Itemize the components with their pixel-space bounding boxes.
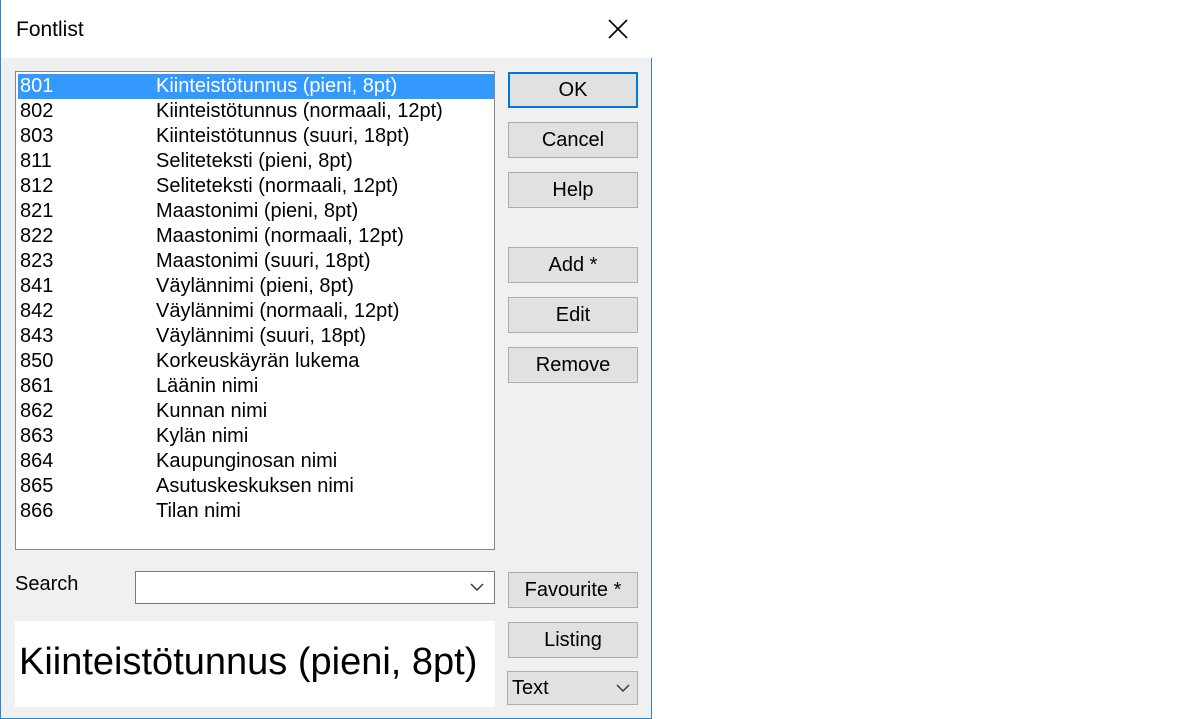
list-item[interactable]: 802 Kiinteistötunnus (normaali, 12pt) [18,99,494,124]
favourite-button[interactable]: Favourite * [508,572,638,608]
font-code: 864 [20,450,54,472]
window-title: Fontlist [16,18,84,41]
font-code: 865 [20,475,54,497]
search-input[interactable] [140,575,460,600]
font-list[interactable]: 801 Kiinteistötunnus (pieni, 8pt) 802 Kiint… [15,71,495,550]
font-name: Kiinteistötunnus (suuri, 18pt) [156,125,410,147]
font-name: Läänin nimi [156,375,259,397]
font-name: Tilan nimi [156,500,241,522]
listing-button[interactable]: Listing [508,622,638,658]
font-name: Väylännimi (suuri, 18pt) [156,325,367,347]
list-item[interactable]: 850 Korkeuskäyrän lukema [18,349,494,374]
list-item[interactable]: 866 Tilan nimi [18,499,494,524]
font-name: Kunnan nimi [156,400,268,422]
remove-button[interactable]: Remove [508,347,638,383]
help-button[interactable]: Help [508,172,638,208]
font-code: 863 [20,425,54,447]
font-code: 803 [20,125,54,147]
font-name: Kiinteistötunnus (normaali, 12pt) [156,100,443,122]
list-item[interactable]: 812 Seliteteksti (normaali, 12pt) [18,174,494,199]
font-code: 866 [20,500,54,522]
font-name: Asutuskeskuksen nimi [156,475,354,497]
search-combobox[interactable] [135,571,495,604]
list-item[interactable]: 843 Väylännimi (suuri, 18pt) [18,324,494,349]
list-item[interactable]: 861 Läänin nimi [18,374,494,399]
font-code: 861 [20,375,54,397]
list-item[interactable]: 811 Seliteteksti (pieni, 8pt) [18,149,494,174]
list-item[interactable]: 801 Kiinteistötunnus (pieni, 8pt) [18,74,494,99]
font-code: 862 [20,400,54,422]
ok-button[interactable]: OK [508,72,638,108]
font-code: 850 [20,350,54,372]
font-preview: Kiinteistötunnus (pieni, 8pt) [15,621,495,707]
type-select-value: Text [512,677,549,699]
list-item[interactable]: 863 Kylän nimi [18,424,494,449]
list-item[interactable]: 821 Maastonimi (pieni, 8pt) [18,199,494,224]
font-name: Kylän nimi [156,425,249,447]
font-code: 821 [20,200,54,222]
list-item[interactable]: 864 Kaupunginosan nimi [18,449,494,474]
fontlist-dialog: Fontlist 801 Kiinteistötunnus (pieni, 8pt… [0,0,652,719]
close-button[interactable] [589,0,647,58]
font-code: 842 [20,300,54,322]
add-button[interactable]: Add * [508,247,638,283]
list-item[interactable]: 841 Väylännimi (pieni, 8pt) [18,274,494,299]
cancel-button[interactable]: Cancel [508,122,638,158]
font-name: Väylännimi (normaali, 12pt) [156,300,400,322]
font-code: 822 [20,225,54,247]
font-code: 802 [20,100,54,122]
preview-text: Kiinteistötunnus (pieni, 8pt) [19,641,478,683]
list-item[interactable]: 803 Kiinteistötunnus (suuri, 18pt) [18,124,494,149]
font-code: 811 [20,150,52,172]
list-item[interactable]: 823 Maastonimi (suuri, 18pt) [18,249,494,274]
font-name: Seliteteksti (pieni, 8pt) [156,150,353,172]
edit-button[interactable]: Edit [508,297,638,333]
list-item[interactable]: 842 Väylännimi (normaali, 12pt) [18,299,494,324]
font-name: Maastonimi (pieni, 8pt) [156,200,359,222]
chevron-down-icon[interactable] [470,582,484,592]
search-label: Search [15,573,79,595]
font-code: 823 [20,250,54,272]
list-item[interactable]: 862 Kunnan nimi [18,399,494,424]
font-code: 801 [20,75,54,97]
type-select[interactable]: Text [507,671,638,705]
font-code: 841 [20,275,54,297]
font-code: 812 [20,175,54,197]
font-name: Kaupunginosan nimi [156,450,338,472]
title-bar: Fontlist [1,0,652,58]
chevron-down-icon[interactable] [616,683,630,693]
font-code: 843 [20,325,54,347]
font-name: Korkeuskäyrän lukema [156,350,360,372]
list-item[interactable]: 822 Maastonimi (normaali, 12pt) [18,224,494,249]
font-name: Maastonimi (suuri, 18pt) [156,250,371,272]
font-name: Seliteteksti (normaali, 12pt) [156,175,399,197]
list-item[interactable]: 865 Asutuskeskuksen nimi [18,474,494,499]
font-name: Maastonimi (normaali, 12pt) [156,225,404,247]
font-name: Kiinteistötunnus (pieni, 8pt) [156,75,398,97]
font-name: Väylännimi (pieni, 8pt) [156,275,354,297]
close-icon [608,19,628,39]
